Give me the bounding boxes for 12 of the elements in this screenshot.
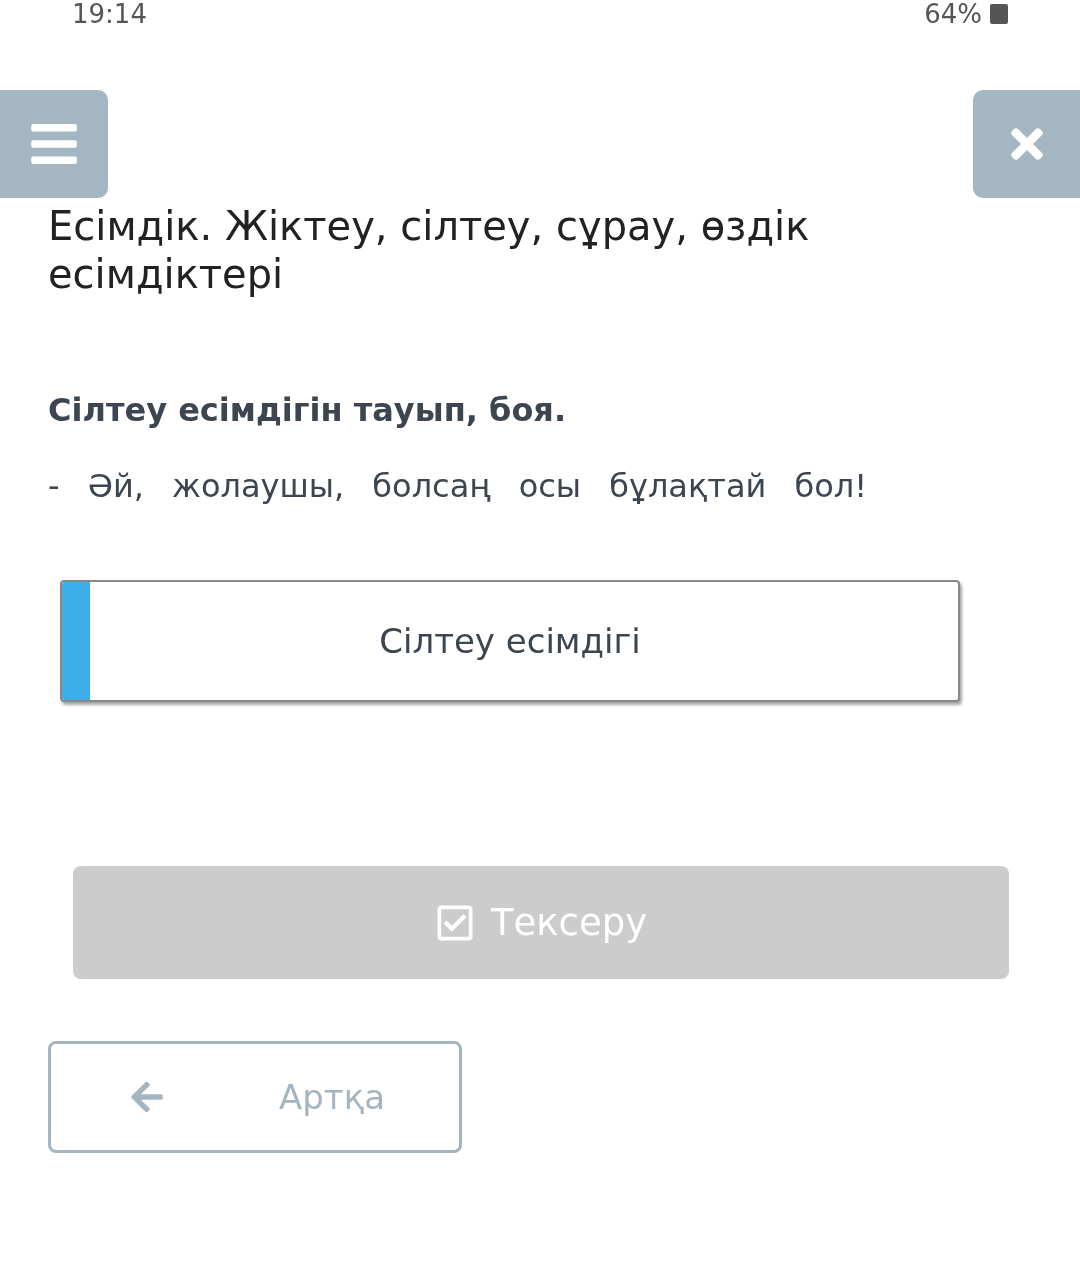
task-instruction: Сілтеу есімдігін тауып, боя. (48, 390, 568, 431)
menu-button[interactable] (0, 90, 108, 198)
option-label: Сілтеу есімдігі (378, 619, 642, 663)
arrow-left-icon (129, 1079, 165, 1115)
status-time: 19:14 (72, 0, 147, 31)
answer-option[interactable]: Сілтеу есімдігі (60, 580, 960, 702)
task-sentence: - Әй, жолаушы, болсаң осы бұлақтай бол! (48, 466, 869, 507)
back-button[interactable]: Артқа (48, 1041, 462, 1153)
battery-icon (990, 4, 1008, 24)
battery-level: 64% (924, 0, 982, 31)
lesson-title: Есімдік. Жіктеу, сілтеу, сұрау, өздік есімдіктері (48, 202, 811, 298)
close-button[interactable] (973, 90, 1080, 198)
